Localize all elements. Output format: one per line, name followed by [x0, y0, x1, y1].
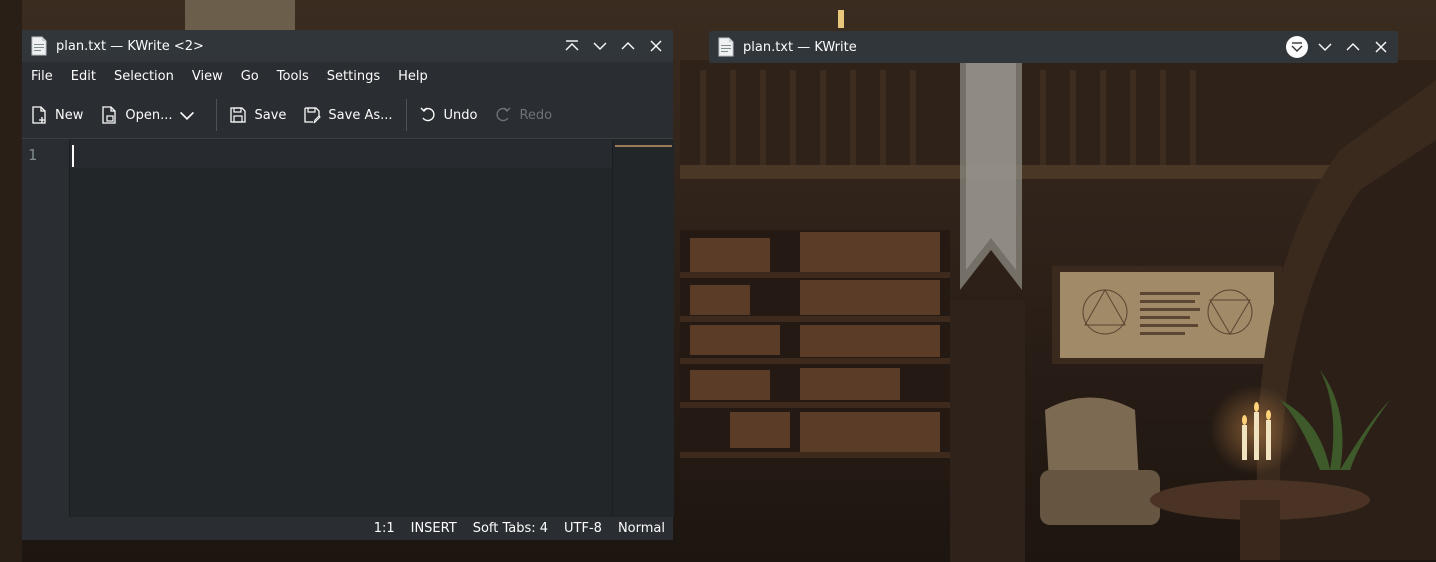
toolbar-separator — [405, 99, 407, 131]
text-document-icon — [718, 37, 734, 57]
current-line-highlight — [70, 140, 612, 168]
window-title: plan.txt — KWrite — [743, 39, 857, 55]
minimize-icon — [1318, 43, 1332, 51]
menu-help[interactable]: Help — [389, 62, 437, 92]
open-button[interactable]: Open... — [92, 99, 212, 131]
undo-icon — [420, 107, 435, 122]
input-mode[interactable]: INSERT — [403, 521, 465, 536]
save-button[interactable]: Save — [221, 99, 295, 131]
open-label: Open... — [125, 107, 173, 123]
text-editor-area[interactable]: 1 — [22, 138, 674, 517]
save-icon — [230, 107, 247, 123]
menu-view[interactable]: View — [183, 62, 232, 92]
scrollbar-minimap[interactable] — [612, 139, 674, 517]
close-icon — [1375, 41, 1387, 53]
menu-tools[interactable]: Tools — [268, 62, 318, 92]
kwrite-window[interactable]: plan.txt — KWrite <2> File Edit Selectio… — [22, 30, 674, 540]
close-icon — [650, 40, 662, 52]
close-button[interactable] — [1370, 36, 1392, 58]
save-as-button[interactable]: Save As... — [295, 99, 401, 131]
toolbar-separator — [216, 99, 218, 131]
text-document-icon — [31, 36, 47, 56]
menu-file[interactable]: File — [22, 62, 62, 92]
new-button[interactable]: New — [22, 99, 92, 131]
syntax-mode[interactable]: Normal — [610, 521, 673, 536]
maximize-icon — [1346, 43, 1360, 51]
line-number: 1 — [28, 146, 38, 164]
menu-edit[interactable]: Edit — [62, 62, 105, 92]
redo-label: Redo — [519, 107, 553, 123]
kwrite-window-shaded[interactable]: plan.txt — KWrite — [709, 31, 1398, 63]
redo-button[interactable]: Redo — [486, 99, 561, 131]
new-document-icon — [32, 106, 46, 124]
chevron-down-icon[interactable] — [178, 106, 196, 124]
minimize-icon — [593, 42, 607, 50]
save-as-icon — [304, 107, 322, 124]
main-toolbar: New Open... Save Save As... Undo Redo — [22, 92, 673, 138]
redo-icon — [496, 107, 511, 122]
maximize-icon — [621, 42, 635, 50]
undo-label: Undo — [443, 107, 478, 123]
keep-above-icon — [565, 40, 579, 51]
save-label: Save — [254, 107, 287, 123]
window-titlebar[interactable]: plan.txt — KWrite <2> — [22, 30, 673, 62]
encoding[interactable]: UTF-8 — [556, 521, 610, 536]
minimize-button[interactable] — [1314, 36, 1336, 58]
maximize-button[interactable] — [1342, 36, 1364, 58]
menu-bar: File Edit Selection View Go Tools Settin… — [22, 62, 673, 92]
new-label: New — [55, 107, 84, 123]
window-title: plan.txt — KWrite <2> — [56, 38, 204, 54]
maximize-button[interactable] — [617, 35, 639, 57]
line-number-gutter[interactable]: 1 — [22, 139, 70, 517]
indentation-setting[interactable]: Soft Tabs: 4 — [465, 521, 556, 536]
keep-above-button[interactable] — [561, 35, 583, 57]
open-document-icon — [102, 106, 117, 124]
shade-button-active[interactable] — [1286, 36, 1308, 58]
undo-button[interactable]: Undo — [411, 99, 487, 131]
menu-settings[interactable]: Settings — [318, 62, 389, 92]
text-cursor — [72, 145, 74, 167]
status-bar: 1:1 INSERT Soft Tabs: 4 UTF-8 Normal — [22, 517, 673, 540]
menu-go[interactable]: Go — [232, 62, 268, 92]
keep-above-active-icon — [1291, 42, 1303, 52]
minimap-viewport-marker[interactable] — [615, 145, 672, 147]
menu-selection[interactable]: Selection — [105, 62, 183, 92]
cursor-position[interactable]: 1:1 — [366, 521, 403, 536]
minimize-button[interactable] — [589, 35, 611, 57]
save-as-label: Save As... — [328, 107, 393, 123]
close-button[interactable] — [645, 35, 667, 57]
